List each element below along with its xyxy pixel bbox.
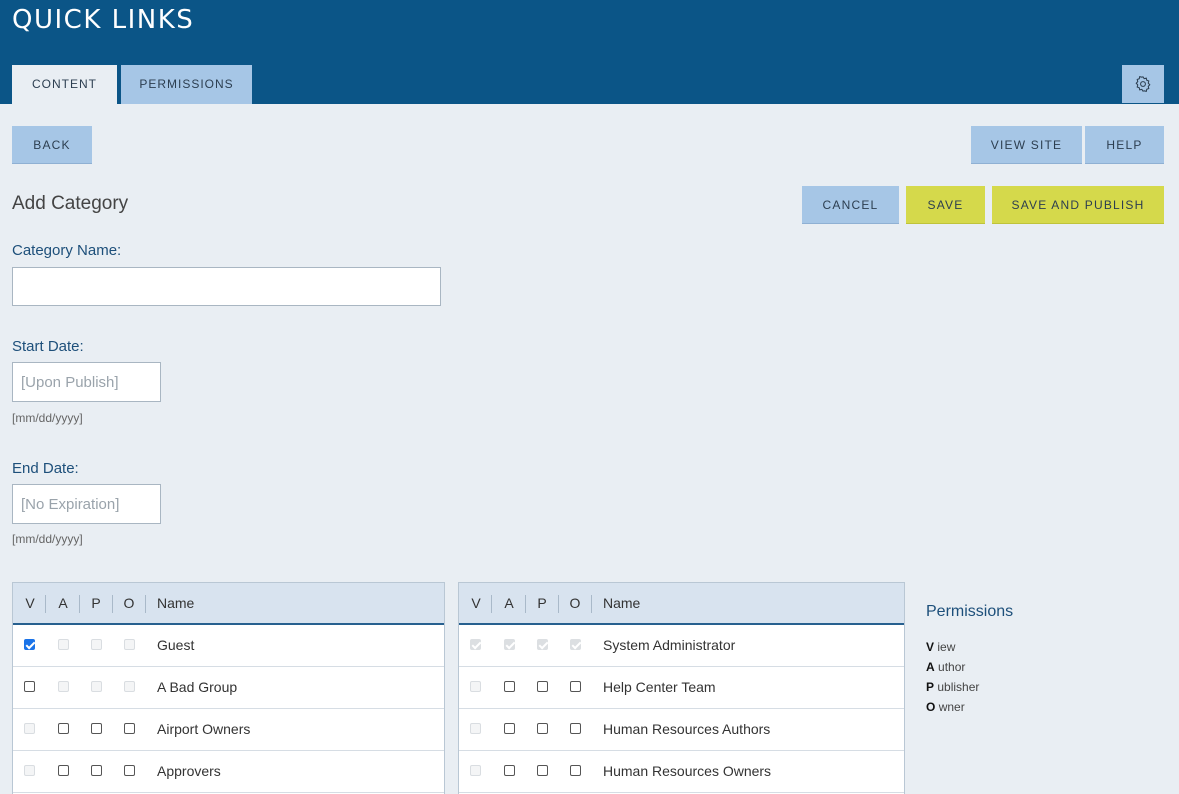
owner-checkbox[interactable] [570, 681, 581, 692]
save-and-publish-button[interactable]: SAVE AND PUBLISH [992, 186, 1164, 224]
save-button[interactable]: SAVE [906, 186, 985, 224]
table-row: A Bad Group [13, 667, 444, 709]
view-checkbox [24, 765, 35, 776]
author-checkbox[interactable] [58, 723, 69, 734]
cancel-button[interactable]: CANCEL [802, 186, 899, 224]
table-row: Guest [13, 625, 444, 667]
publisher-checkbox[interactable] [537, 765, 548, 776]
legend-item-view: V iew [926, 640, 956, 654]
col-header-author: A [58, 595, 68, 611]
category-name-label: Category Name: [12, 242, 122, 259]
app-title: QUICK LINKS [12, 5, 195, 35]
app-header: QUICK LINKS CONTENT PERMISSIONS [0, 0, 1179, 104]
end-date-label: End Date: [12, 460, 79, 477]
col-header-publisher: P [91, 595, 101, 611]
owner-checkbox [570, 639, 581, 650]
author-checkbox[interactable] [504, 765, 515, 776]
owner-checkbox[interactable] [124, 723, 135, 734]
view-checkbox [24, 723, 35, 734]
col-header-name: Name [603, 595, 641, 611]
start-date-input[interactable] [12, 362, 161, 402]
tab-permissions[interactable]: PERMISSIONS [121, 65, 252, 104]
permissions-legend-title: Permissions [926, 603, 1014, 620]
owner-checkbox[interactable] [124, 765, 135, 776]
view-site-button[interactable]: VIEW SITE [971, 126, 1082, 164]
col-header-owner: O [123, 595, 135, 611]
legend-item-publisher: P ublisher [926, 680, 980, 694]
start-date-format-hint: [mm/dd/yyyy] [12, 411, 83, 425]
group-name: Human Resources Authors [603, 721, 771, 737]
publisher-checkbox [91, 681, 102, 692]
col-header-publisher: P [537, 595, 547, 611]
grid-header: V A P O Name [13, 583, 444, 625]
table-row: Human Resources Owners [459, 751, 904, 793]
legend-item-owner: O wner [926, 700, 965, 714]
page-title: Add Category [12, 193, 129, 214]
col-header-author: A [504, 595, 514, 611]
group-name: Guest [157, 637, 195, 653]
view-checkbox [470, 723, 481, 734]
view-checkbox[interactable] [24, 681, 35, 692]
view-checkbox [470, 765, 481, 776]
settings-button[interactable] [1122, 65, 1164, 103]
publisher-checkbox [91, 639, 102, 650]
owner-checkbox [124, 681, 135, 692]
group-name: System Administrator [603, 637, 736, 653]
view-checkbox [470, 681, 481, 692]
publisher-checkbox[interactable] [537, 681, 548, 692]
start-date-label: Start Date: [12, 338, 84, 355]
table-row: Help Center Team [459, 667, 904, 709]
author-checkbox[interactable] [58, 765, 69, 776]
author-checkbox [58, 639, 69, 650]
publisher-checkbox [537, 639, 548, 650]
author-checkbox[interactable] [504, 681, 515, 692]
view-checkbox [470, 639, 481, 650]
table-row: System Administrator [459, 625, 904, 667]
back-button[interactable]: BACK [12, 126, 92, 164]
publisher-checkbox[interactable] [91, 723, 102, 734]
group-name: Human Resources Owners [603, 763, 772, 779]
owner-checkbox[interactable] [570, 765, 581, 776]
col-header-view: V [25, 595, 35, 611]
author-checkbox [504, 639, 515, 650]
view-checkbox[interactable] [24, 639, 35, 650]
col-header-owner: O [569, 595, 581, 611]
author-checkbox [58, 681, 69, 692]
legend-item-author: A uthor [926, 660, 966, 674]
end-date-format-hint: [mm/dd/yyyy] [12, 532, 83, 546]
col-header-name: Name [157, 595, 195, 611]
end-date-input[interactable] [12, 484, 161, 524]
gear-icon [1135, 76, 1151, 92]
table-row: Human Resources Authors [459, 709, 904, 751]
grid-header: V A P O Name [459, 583, 904, 625]
table-row: Airport Owners [13, 709, 444, 751]
group-name: Airport Owners [157, 721, 251, 737]
help-button[interactable]: HELP [1085, 126, 1164, 164]
group-name: Help Center Team [603, 679, 716, 695]
publisher-checkbox[interactable] [91, 765, 102, 776]
col-header-view: V [471, 595, 481, 611]
table-row: Approvers [13, 751, 444, 793]
author-checkbox[interactable] [504, 723, 515, 734]
category-name-input[interactable] [12, 267, 441, 306]
owner-checkbox [124, 639, 135, 650]
tab-content[interactable]: CONTENT [12, 65, 117, 104]
owner-checkbox[interactable] [570, 723, 581, 734]
permissions-grid-left: V A P O Name Guest A Bad Group Airport Own… [12, 582, 445, 794]
group-name: Approvers [157, 763, 221, 779]
group-name: A Bad Group [157, 679, 238, 695]
publisher-checkbox[interactable] [537, 723, 548, 734]
permissions-grid-right: V A P O Name System Administrator Help Ce… [458, 582, 905, 794]
